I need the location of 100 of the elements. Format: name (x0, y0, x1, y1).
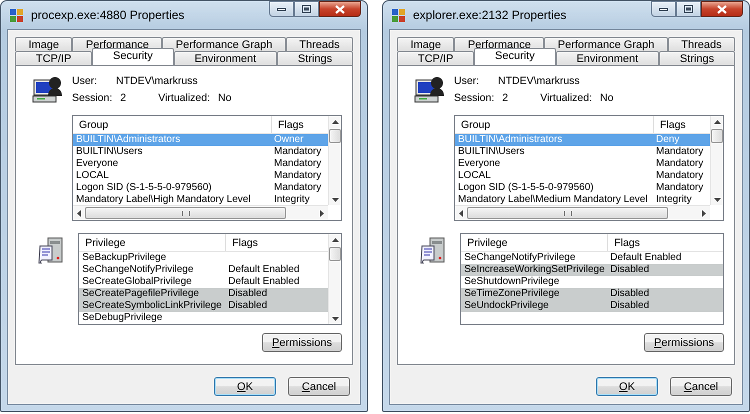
column-header[interactable]: Flags (607, 234, 723, 251)
scroll-thumb[interactable] (711, 129, 723, 143)
group-row[interactable]: BUILTIN\Users Mandatory (455, 146, 710, 158)
scroll-thumb[interactable] (329, 129, 341, 143)
group-row[interactable]: Mandatory Label\Medium Mandatory Level Integrity (455, 194, 710, 205)
column-header[interactable]: Group (455, 116, 653, 133)
group-cell-text: Mandatory Label\High Mandatory Level (75, 194, 252, 205)
group-row[interactable]: Everyone Mandatory (73, 158, 328, 170)
privilege-row[interactable]: SeCreateGlobalPrivilege Default Enabled (79, 276, 328, 288)
close-icon (335, 4, 345, 14)
scroll-down-arrow-icon[interactable] (332, 198, 338, 202)
user-label: User: (454, 75, 480, 88)
close-button[interactable] (319, 1, 361, 17)
scroll-thumb[interactable] (329, 247, 341, 261)
tab[interactable]: Performance Graph (162, 37, 286, 51)
group-row[interactable]: Mandatory Label\High Mandatory Level Integrity (73, 194, 328, 205)
tab[interactable]: Threads (668, 37, 736, 51)
virtualized-value: No (600, 92, 614, 105)
privilege-cell-text: SeCreatePagefilePrivilege (81, 288, 200, 300)
computer-user-icon (414, 74, 446, 104)
scroll-right-arrow-icon[interactable] (702, 210, 706, 216)
privilege-cell-text: SeShutdownPrivilege (463, 276, 560, 288)
group-cell-text: Everyone (457, 158, 502, 170)
app-icon (9, 7, 25, 23)
group-cell-text: LOCAL (75, 170, 110, 182)
cancel-button[interactable]: Cancel (670, 377, 732, 396)
scroll-up-arrow-icon[interactable] (332, 238, 338, 242)
scroll-right-arrow-icon[interactable] (320, 210, 324, 216)
tab[interactable]: Strings (659, 51, 736, 65)
flags-cell-text: Disabled (609, 288, 650, 300)
session-label: Session: (72, 92, 112, 105)
minimize-icon (277, 8, 286, 10)
scroll-down-arrow-icon[interactable] (714, 198, 720, 202)
column-header[interactable]: Privilege (79, 234, 226, 251)
privilege-row[interactable]: SeChangeNotifyPrivilege Default Enabled (79, 264, 328, 276)
privilege-cell-text: SeIncreaseWorkingSetPrivilege (463, 264, 606, 276)
column-header[interactable]: Group (73, 116, 271, 133)
tab[interactable]: TCP/IP (397, 51, 474, 65)
flags-cell-text: Mandatory (273, 182, 322, 194)
maximize-button[interactable] (294, 1, 319, 17)
horizontal-scrollbar[interactable] (73, 205, 328, 220)
privilege-row[interactable]: SeShutdownPrivilege (461, 276, 723, 288)
flags-cell-text: Mandatory (655, 182, 704, 194)
group-row[interactable]: LOCAL Mandatory (73, 170, 328, 182)
scroll-left-arrow-icon[interactable] (459, 210, 463, 216)
scroll-thumb[interactable] (85, 207, 286, 219)
permissions-button[interactable]: Permissions (644, 333, 724, 352)
horizontal-scrollbar[interactable] (455, 205, 710, 220)
flags-cell-text: Disabled (609, 264, 650, 276)
tab[interactable]: Security (92, 48, 174, 65)
privilege-row[interactable]: SeBackupPrivilege (79, 252, 328, 264)
virtualized-value: No (218, 92, 232, 105)
flags-cell-text: Mandatory (655, 146, 704, 158)
tab[interactable]: Security (474, 48, 556, 65)
session-label: Session: (454, 92, 494, 105)
group-row[interactable]: Logon SID (S-1-5-5-0-979560) Mandatory (73, 182, 328, 194)
ok-button[interactable]: OK (596, 377, 658, 396)
minimize-button[interactable] (651, 1, 676, 17)
scroll-up-arrow-icon[interactable] (332, 120, 338, 124)
tab[interactable]: Performance Graph (544, 37, 668, 51)
privilege-cell-text: SeBackupPrivilege (81, 252, 168, 264)
ok-button[interactable]: OK (214, 377, 276, 396)
privilege-cell-text: SeChangeNotifyPrivilege (81, 264, 194, 276)
tab[interactable]: Environment (556, 51, 660, 65)
group-row[interactable]: LOCAL Mandatory (455, 170, 710, 182)
minimize-button[interactable] (269, 1, 294, 17)
scroll-down-arrow-icon[interactable] (332, 317, 338, 321)
group-cell-text: LOCAL (457, 170, 492, 182)
group-cell-text: BUILTIN\Administrators (457, 134, 564, 146)
tab[interactable]: TCP/IP (15, 51, 92, 65)
permissions-button[interactable]: Permissions (262, 333, 342, 352)
privilege-cell-text: SeCreateSymbolicLinkPrivilege (81, 300, 223, 312)
vertical-scrollbar[interactable] (328, 234, 341, 324)
group-row[interactable]: Everyone Mandatory (455, 158, 710, 170)
vertical-scrollbar[interactable] (710, 116, 723, 205)
group-cell-text: Everyone (75, 158, 120, 170)
vertical-scrollbar[interactable] (328, 116, 341, 205)
group-row[interactable]: BUILTIN\Users Mandatory (73, 146, 328, 158)
tab[interactable]: Threads (286, 37, 354, 51)
privilege-row[interactable]: SeDebugPrivilege (79, 312, 328, 324)
flags-cell-text: Deny (655, 134, 680, 146)
tab[interactable]: Image (15, 37, 72, 51)
flags-cell-text: Mandatory (655, 158, 704, 170)
scroll-up-arrow-icon[interactable] (714, 120, 720, 124)
maximize-button[interactable] (676, 1, 701, 17)
cancel-button[interactable]: Cancel (288, 377, 350, 396)
scroll-left-arrow-icon[interactable] (77, 210, 81, 216)
column-header[interactable]: Privilege (461, 234, 608, 251)
tab[interactable]: Environment (174, 51, 278, 65)
virtualized-label: Virtualized: (540, 92, 592, 105)
close-button[interactable] (701, 1, 743, 17)
scroll-thumb[interactable] (467, 207, 668, 219)
group-row[interactable]: Logon SID (S-1-5-5-0-979560) Mandatory (455, 182, 710, 194)
server-document-icon (420, 237, 446, 265)
group-cell-text: BUILTIN\Users (457, 146, 526, 158)
privilege-cell-text: SeChangeNotifyPrivilege (463, 252, 576, 264)
privilege-row[interactable]: SeChangeNotifyPrivilege Default Enabled (461, 252, 723, 264)
tab[interactable]: Strings (277, 51, 354, 65)
tab[interactable]: Image (397, 37, 454, 51)
flags-cell-text: Integrity (273, 194, 310, 205)
